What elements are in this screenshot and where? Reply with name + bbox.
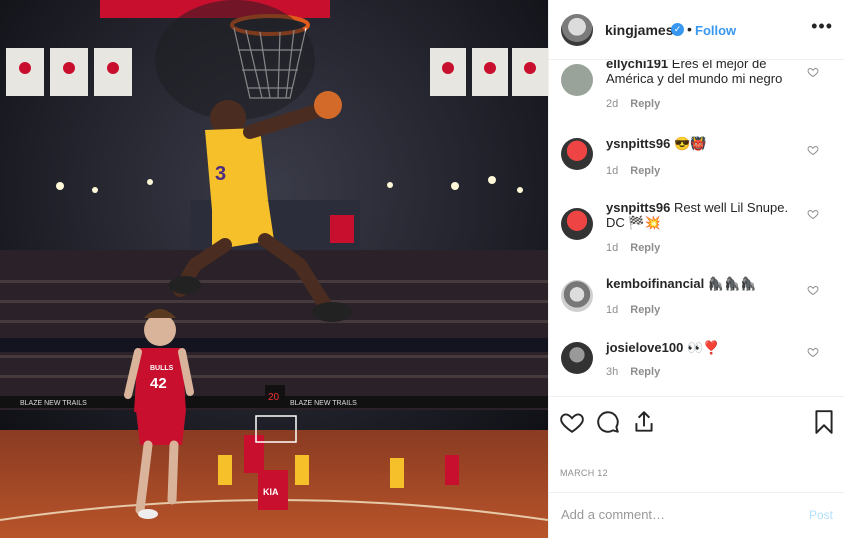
comment-body: ysnpitts96 Rest well Lil Snupe. DC 🏁💥 xyxy=(606,200,806,230)
comment-username[interactable]: kemboifinancial xyxy=(606,276,704,291)
comment-text: 🦍🦍🦍 xyxy=(707,276,757,291)
post-date: MARCH 12 xyxy=(560,468,608,478)
commenter-avatar[interactable] xyxy=(561,138,593,170)
post-actions xyxy=(549,396,844,446)
jersey-team: BULLS xyxy=(150,365,174,372)
comment-meta: 1d Reply xyxy=(606,165,672,177)
comment-item: ysnpitts96 Rest well Lil Snupe. DC 🏁💥 1d… xyxy=(549,192,844,262)
comment-body: kemboifinancial 🦍🦍🦍 xyxy=(606,276,806,291)
comment-item: kemboifinancial 🦍🦍🦍 1d Reply xyxy=(549,268,844,338)
post-header: kingjames ✓ • Follow ••• xyxy=(549,0,844,60)
commenter-avatar[interactable] xyxy=(561,208,593,240)
comment-username[interactable]: josielove100 xyxy=(606,340,683,355)
comment-meta: 2d Reply xyxy=(606,98,672,110)
ribbon-text: BLAZE NEW TRAILS xyxy=(20,400,87,407)
comment-age: 1d xyxy=(606,165,619,177)
comment-body: ysnpitts96 😎👹 xyxy=(606,136,806,151)
ribbon-text-2: BLAZE NEW TRAILS xyxy=(290,400,357,407)
reply-button[interactable]: Reply xyxy=(630,165,660,177)
post-photo[interactable]: BLAZE NEW TRAILS BLAZE NEW TRAILS 3 BULL… xyxy=(0,0,548,538)
jersey-number-3: 3 xyxy=(215,163,226,185)
bookmark-icon[interactable] xyxy=(811,409,837,435)
add-comment-bar: Post xyxy=(549,492,844,538)
comment-age: 3h xyxy=(606,366,619,378)
post-comment-button[interactable]: Post xyxy=(809,508,833,522)
comment-meta: 1d Reply xyxy=(606,304,672,316)
basketball-photo: BLAZE NEW TRAILS BLAZE NEW TRAILS 3 BULL… xyxy=(0,0,548,538)
author-username[interactable]: kingjames xyxy=(605,22,673,38)
comments-list[interactable]: ellychi191 Eres el mejor de América y de… xyxy=(549,60,844,396)
comment-meta: 3h Reply xyxy=(606,366,672,378)
comment-username[interactable]: ysnpitts96 xyxy=(606,200,670,215)
comment-age: 2d xyxy=(606,98,619,110)
comment-icon[interactable] xyxy=(595,409,621,435)
reply-button[interactable]: Reply xyxy=(630,98,660,110)
comment-meta: 1d Reply xyxy=(606,242,672,254)
jersey-number-42: 42 xyxy=(150,375,167,392)
commenter-avatar[interactable] xyxy=(561,280,593,312)
reply-button[interactable]: Reply xyxy=(630,304,660,316)
comment-username[interactable]: ellychi191 xyxy=(606,60,668,71)
comment-item: josielove100 👀❣️ 3h Reply xyxy=(549,332,844,396)
like-comment-heart-icon[interactable] xyxy=(807,284,819,296)
heart-icon[interactable] xyxy=(559,409,585,435)
commenter-avatar[interactable] xyxy=(561,342,593,374)
like-comment-heart-icon[interactable] xyxy=(807,66,819,78)
comment-age: 1d xyxy=(606,304,619,316)
reply-button[interactable]: Reply xyxy=(630,366,660,378)
kia-logo: KIA xyxy=(263,487,279,497)
comment-text: 👀❣️ xyxy=(686,340,720,355)
reply-button[interactable]: Reply xyxy=(630,242,660,254)
add-comment-input[interactable] xyxy=(559,506,793,523)
comment-age: 1d xyxy=(606,242,619,254)
verified-badge-icon: ✓ xyxy=(671,23,684,36)
comment-body: ellychi191 Eres el mejor de América y de… xyxy=(606,60,806,86)
follow-button[interactable]: Follow xyxy=(695,23,736,38)
like-comment-heart-icon[interactable] xyxy=(807,208,819,220)
like-comment-heart-icon[interactable] xyxy=(807,144,819,156)
like-comment-heart-icon[interactable] xyxy=(807,346,819,358)
separator-dot: • xyxy=(687,21,692,37)
shot-clock: 20 xyxy=(268,392,280,403)
comment-body: josielove100 👀❣️ xyxy=(606,340,806,355)
post-side-panel: kingjames ✓ • Follow ••• ellychi191 Eres… xyxy=(548,0,844,538)
commenter-avatar[interactable] xyxy=(561,64,593,96)
comment-text: 😎👹 xyxy=(673,136,707,151)
share-icon[interactable] xyxy=(631,409,657,435)
comment-item: ellychi191 Eres el mejor de América y de… xyxy=(549,60,844,126)
comment-username[interactable]: ysnpitts96 xyxy=(606,136,670,151)
more-options-icon[interactable]: ••• xyxy=(811,16,833,37)
author-avatar[interactable] xyxy=(561,14,593,46)
comment-item: ysnpitts96 😎👹 1d Reply xyxy=(549,130,844,200)
